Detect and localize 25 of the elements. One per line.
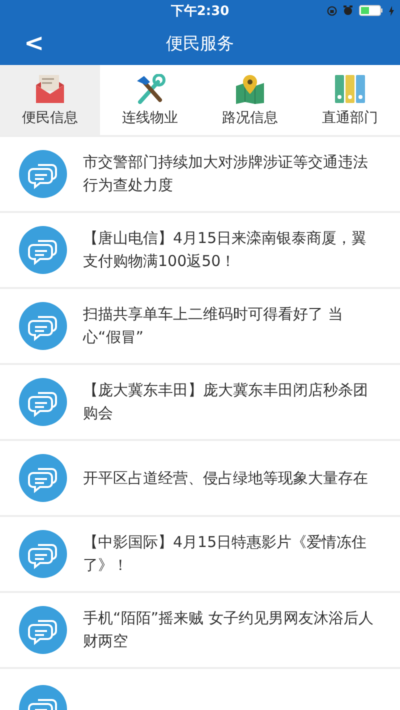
news-item[interactable]: 【中影国际】4月15日特惠影片《爱情冻住了》！ [0,517,400,593]
news-item[interactable]: 扫描共享单车上二维码时可得看好了 当心“假冒” [0,289,400,365]
news-item[interactable]: 手机“陌陌”摇来贼 女子约见男网友沐浴后人财两空 [0,593,400,669]
chat-bubbles-icon [19,454,67,502]
battery-icon [359,5,383,16]
chat-bubbles-icon [19,150,67,198]
news-item[interactable]: 【唐山电信】4月15日来滦南银泰商厦，翼支付购物满100返50！ [0,213,400,289]
chat-bubbles-icon [19,302,67,350]
news-item[interactable]: 市交警部门持续加大对涉牌涉证等交通违法行为查处力度 [0,137,400,213]
chat-bubbles-icon [19,530,67,578]
charging-icon [389,6,394,16]
status-time: 下午2:30 [170,3,230,20]
envelope-icon [34,74,66,104]
page-title: 便民服务 [166,33,234,55]
chat-bubbles-icon [19,226,67,274]
map-pin-icon [234,74,266,104]
news-item[interactable]: 开平区占道经营、侵占绿地等现象大量存在 [0,441,400,517]
binders-icon [334,74,366,104]
service-tab[interactable]: 便民信息 [0,65,100,135]
rotation-lock-icon [327,6,337,16]
back-button[interactable]: < [18,30,50,56]
alarm-icon [343,5,353,16]
chat-bubbles-icon [19,606,67,654]
news-item[interactable]: 【庞大冀东丰田】庞大冀东丰田闭店秒杀团购会 [0,365,400,441]
chat-bubbles-icon [19,378,67,426]
